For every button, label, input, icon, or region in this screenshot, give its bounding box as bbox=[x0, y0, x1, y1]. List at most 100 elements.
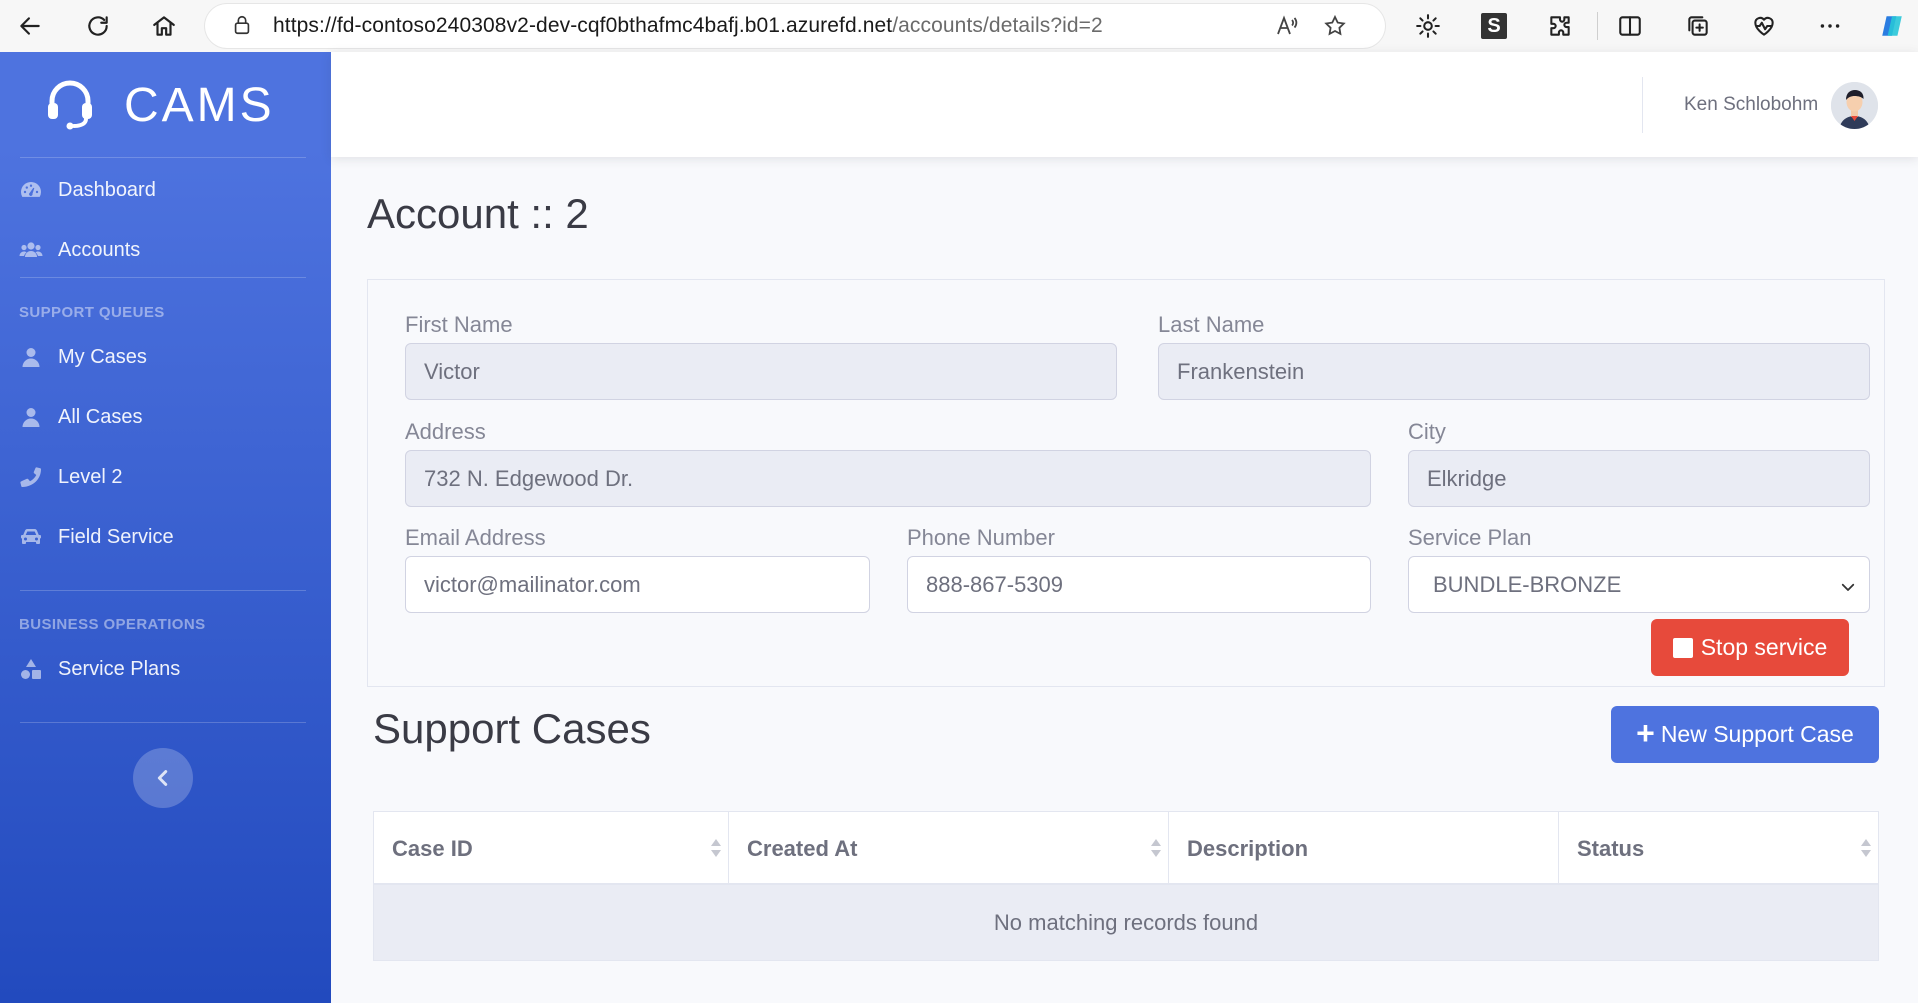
sidebar-item-label: Field Service bbox=[58, 525, 174, 548]
sidebar-item-label: My Cases bbox=[58, 345, 147, 368]
more-options-button[interactable] bbox=[1812, 8, 1848, 44]
read-aloud-icon bbox=[1277, 15, 1298, 35]
chevron-left-icon bbox=[157, 770, 168, 786]
city-label: City bbox=[1408, 419, 1446, 444]
sidebar-divider bbox=[20, 590, 306, 591]
topbar: Ken Schlobohm bbox=[331, 52, 1918, 157]
column-header-case-id[interactable]: Case ID bbox=[374, 812, 729, 885]
gear-extension-icon bbox=[1416, 14, 1440, 38]
sidebar-item-my-cases[interactable]: My Cases bbox=[18, 337, 147, 377]
back-button[interactable] bbox=[12, 8, 48, 44]
city-field[interactable]: Elkridge bbox=[1408, 450, 1870, 507]
sidebar: CAMS Dashboard Accounts SUPPORT QUEUES M… bbox=[0, 52, 331, 1003]
stop-service-button[interactable]: Stop service bbox=[1651, 619, 1849, 676]
brand[interactable]: CAMS bbox=[42, 70, 275, 140]
service-plan-value: BUNDLE-BRONZE bbox=[1433, 571, 1622, 597]
first-name-value: Victor bbox=[424, 358, 480, 384]
email-field[interactable]: victor@mailinator.com bbox=[405, 556, 870, 613]
first-name-field[interactable]: Victor bbox=[405, 343, 1117, 400]
collections-button[interactable] bbox=[1680, 8, 1716, 44]
sidebar-item-level-2[interactable]: Level 2 bbox=[18, 457, 123, 497]
shapes-icon bbox=[18, 656, 44, 682]
split-screen-button[interactable] bbox=[1612, 8, 1648, 44]
refresh-button[interactable] bbox=[80, 8, 116, 44]
stop-square-icon bbox=[1672, 637, 1693, 658]
page-title: Account :: 2 bbox=[367, 190, 589, 237]
s-extension-button[interactable]: S bbox=[1476, 8, 1512, 44]
column-header-label: Status bbox=[1577, 835, 1645, 861]
car-icon bbox=[18, 524, 44, 550]
users-icon bbox=[18, 237, 44, 263]
plus-icon: + bbox=[1636, 715, 1655, 751]
sidebar-toggle-button[interactable] bbox=[133, 748, 193, 808]
heart-pulse-icon bbox=[1754, 16, 1774, 36]
phone-field[interactable]: 888-867-5309 bbox=[907, 556, 1371, 613]
address-bar[interactable]: https://fd-contoso240308v2-dev-cqf0bthaf… bbox=[205, 4, 1385, 48]
sidebar-item-label: Accounts bbox=[58, 238, 141, 261]
lock-icon bbox=[231, 14, 255, 38]
address-field[interactable]: 732 N. Edgewood Dr. bbox=[405, 450, 1371, 507]
phone-label: Phone Number bbox=[907, 525, 1055, 550]
refresh-icon bbox=[88, 16, 108, 36]
sort-icon bbox=[1150, 836, 1162, 860]
sidebar-item-label: Dashboard bbox=[58, 178, 156, 201]
collections-icon bbox=[1688, 16, 1708, 36]
sidebar-item-service-plans[interactable]: Service Plans bbox=[18, 649, 180, 689]
sidebar-item-label: Level 2 bbox=[58, 465, 123, 488]
column-header-label: Created At bbox=[747, 835, 858, 861]
email-value: victor@mailinator.com bbox=[424, 571, 641, 597]
read-aloud-button[interactable] bbox=[1273, 12, 1301, 40]
extension-gear-button[interactable] bbox=[1410, 8, 1446, 44]
last-name-field[interactable]: Frankenstein bbox=[1158, 343, 1870, 400]
sort-icon bbox=[710, 836, 722, 860]
puzzle-icon bbox=[1550, 16, 1570, 36]
new-support-case-button[interactable]: + New Support Case bbox=[1611, 706, 1879, 763]
url-host: https://fd-contoso240308v2-dev-cqf0bthaf… bbox=[273, 14, 893, 37]
last-name-value: Frankenstein bbox=[1177, 358, 1305, 384]
url-text: https://fd-contoso240308v2-dev-cqf0bthaf… bbox=[273, 14, 1103, 38]
copilot-icon bbox=[1882, 16, 1902, 36]
user-name[interactable]: Ken Schlobohm bbox=[1684, 94, 1818, 116]
address-label: Address bbox=[405, 419, 486, 444]
sidebar-item-label: All Cases bbox=[58, 405, 143, 428]
sidebar-item-field-service[interactable]: Field Service bbox=[18, 517, 174, 557]
service-plan-label: Service Plan bbox=[1408, 525, 1532, 550]
chevron-down-icon bbox=[1839, 576, 1857, 594]
favorite-button[interactable] bbox=[1321, 12, 1349, 40]
column-header-created-at[interactable]: Created At bbox=[729, 812, 1169, 885]
sidebar-item-label: Service Plans bbox=[58, 657, 181, 680]
sidebar-divider bbox=[20, 277, 306, 278]
new-support-case-label: New Support Case bbox=[1660, 721, 1854, 747]
sidebar-heading-business-operations: BUSINESS OPERATIONS bbox=[19, 616, 206, 633]
star-icon bbox=[1324, 14, 1346, 36]
brand-name: CAMS bbox=[124, 78, 275, 132]
arrow-left-icon bbox=[20, 17, 40, 35]
support-cases-title: Support Cases bbox=[373, 705, 651, 752]
s-extension-label: S bbox=[1487, 14, 1501, 37]
column-header-label: Case ID bbox=[392, 835, 473, 861]
service-plan-select[interactable]: BUNDLE-BRONZE bbox=[1408, 556, 1870, 613]
sidebar-item-all-cases[interactable]: All Cases bbox=[18, 397, 142, 437]
support-cases-table: Case ID Created At Description Status No… bbox=[373, 811, 1879, 961]
email-label: Email Address bbox=[405, 525, 546, 550]
stop-service-label: Stop service bbox=[1700, 634, 1828, 660]
city-value: Elkridge bbox=[1427, 465, 1507, 491]
column-header-description[interactable]: Description bbox=[1169, 812, 1559, 885]
topbar-divider bbox=[1642, 77, 1643, 133]
column-header-status[interactable]: Status bbox=[1559, 812, 1878, 885]
sort-icon bbox=[1860, 836, 1872, 860]
user-icon bbox=[18, 344, 44, 370]
home-button[interactable] bbox=[146, 8, 182, 44]
sidebar-item-dashboard[interactable]: Dashboard bbox=[18, 170, 156, 210]
extensions-button[interactable] bbox=[1542, 8, 1578, 44]
sidebar-item-accounts[interactable]: Accounts bbox=[18, 230, 140, 270]
empty-table-message: No matching records found bbox=[374, 885, 1878, 960]
headset-icon bbox=[42, 75, 98, 136]
more-horizontal-icon bbox=[1820, 24, 1840, 28]
avatar[interactable] bbox=[1831, 82, 1878, 129]
last-name-label: Last Name bbox=[1158, 312, 1265, 337]
browser-essentials-button[interactable] bbox=[1746, 8, 1782, 44]
sidebar-divider bbox=[20, 157, 306, 158]
s-extension-icon: S bbox=[1481, 13, 1507, 39]
copilot-button[interactable] bbox=[1874, 8, 1910, 44]
